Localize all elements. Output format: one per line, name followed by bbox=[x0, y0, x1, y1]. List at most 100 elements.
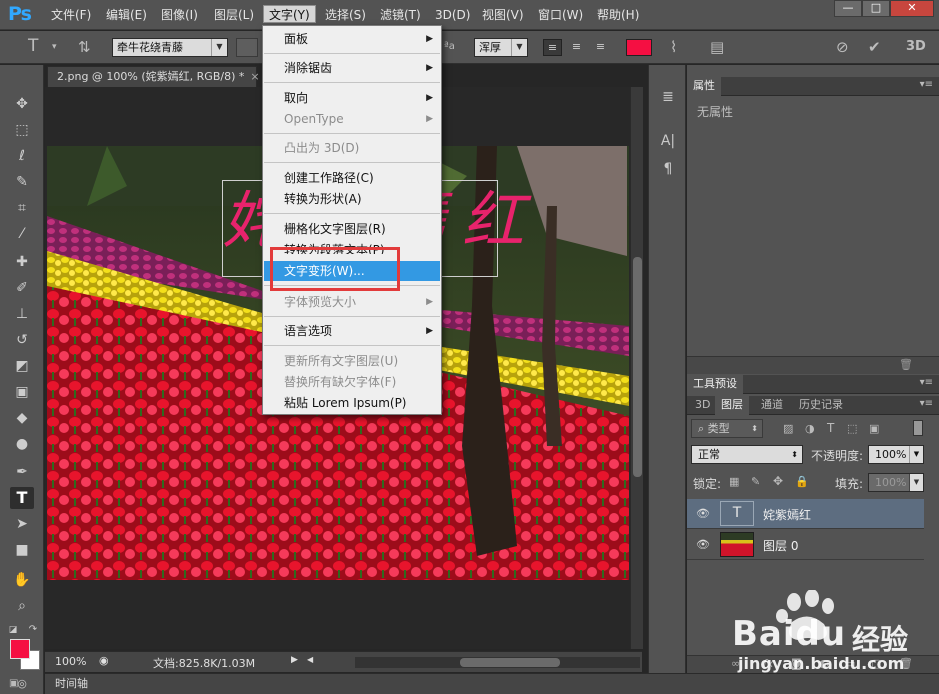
dodge-tool-icon[interactable]: ● bbox=[10, 433, 34, 455]
menu-type[interactable]: 文字(Y) bbox=[263, 5, 316, 23]
clone-stamp-tool-icon[interactable]: ⊥ bbox=[10, 303, 34, 325]
type-tool-icon[interactable]: T bbox=[10, 487, 34, 509]
tab-history[interactable]: 历史记录 bbox=[793, 396, 849, 415]
align-right-icon[interactable]: ≡ bbox=[591, 39, 610, 56]
menu-item-language-options[interactable]: 语言选项 ▶ bbox=[264, 321, 440, 341]
move-tool-icon[interactable]: ✥ bbox=[10, 93, 34, 115]
layer-name[interactable]: 姹紫嫣红 bbox=[763, 506, 811, 523]
cancel-icon[interactable]: ⊘ bbox=[836, 38, 849, 56]
character-panel-icon[interactable]: ▤ bbox=[710, 38, 724, 56]
commit-check-icon[interactable]: ✔ bbox=[868, 38, 881, 56]
antialias-select[interactable]: 浑厚 ▼ bbox=[474, 38, 528, 57]
horizontal-type-tool-icon[interactable]: T bbox=[28, 36, 38, 56]
pen-tool-icon[interactable]: ✒ bbox=[10, 461, 34, 483]
opacity-input[interactable]: 100% ▼ bbox=[868, 445, 924, 464]
history-brush-tool-icon[interactable]: ↺ bbox=[10, 329, 34, 351]
paragraph-styles-icon[interactable]: ≣ bbox=[658, 87, 678, 107]
filter-shape-icon[interactable]: ⬚ bbox=[847, 422, 857, 435]
menu-file[interactable]: 文件(F) bbox=[46, 6, 96, 24]
brush-tool-icon[interactable]: ✐ bbox=[10, 277, 34, 299]
window-minimize-button[interactable]: — bbox=[834, 0, 862, 17]
tool-preset-dropdown-icon[interactable]: ▾ bbox=[52, 42, 57, 52]
toggle-text-orientation-icon[interactable]: ⇅ bbox=[78, 38, 91, 56]
eyedropper-tool-icon[interactable]: ⁄ bbox=[10, 223, 34, 245]
eraser-tool-icon[interactable]: ◩ bbox=[10, 355, 34, 377]
filter-toggle[interactable] bbox=[913, 420, 923, 436]
eye-icon[interactable]: 👁 bbox=[696, 507, 710, 520]
gradient-tool-icon[interactable]: ▣ bbox=[10, 381, 34, 403]
menu-item-anti-alias[interactable]: 消除锯齿 ▶ bbox=[264, 58, 440, 78]
lock-image-icon[interactable]: ✎ bbox=[751, 475, 760, 488]
horizontal-scrollbar[interactable] bbox=[355, 657, 640, 668]
tab-3d[interactable]: 3D bbox=[689, 396, 716, 415]
trash-icon[interactable]: 🗑 bbox=[899, 358, 913, 371]
filter-adjustment-icon[interactable]: ◑ bbox=[805, 422, 815, 435]
crop-tool-icon[interactable]: ⌗ bbox=[10, 197, 34, 219]
warp-text-icon[interactable]: ⌇ bbox=[670, 38, 677, 56]
vertical-scrollbar-thumb[interactable] bbox=[633, 257, 642, 477]
status-info-icon[interactable]: ◉ bbox=[99, 654, 109, 667]
paragraph-icon[interactable]: ¶ bbox=[658, 159, 678, 179]
lock-position-icon[interactable]: ✥ bbox=[773, 474, 783, 488]
foreground-color-swatch[interactable] bbox=[10, 639, 30, 659]
swap-colors-icon[interactable]: ↷ bbox=[26, 619, 40, 641]
document-tab[interactable]: 2.png @ 100% (姹紫嫣红, RGB/8) * × bbox=[47, 66, 260, 87]
menu-item-orientation[interactable]: 取向 ▶ bbox=[264, 88, 440, 108]
font-family-select[interactable]: 牵牛花绕青藤 ▼ bbox=[112, 38, 228, 57]
menu-window[interactable]: 窗口(W) bbox=[533, 6, 588, 24]
lock-transparent-icon[interactable]: ▦ bbox=[729, 475, 739, 488]
tab-layers[interactable]: 图层 bbox=[715, 396, 749, 415]
menu-item-rasterize-type[interactable]: 栅格化文字图层(R) bbox=[264, 219, 440, 239]
close-icon[interactable]: × bbox=[250, 70, 259, 83]
healing-brush-tool-icon[interactable]: ✚ bbox=[10, 251, 34, 273]
path-selection-tool-icon[interactable]: ➤ bbox=[10, 513, 34, 535]
menu-3d[interactable]: 3D(D) bbox=[430, 6, 475, 24]
tab-channels[interactable]: 通道 bbox=[755, 396, 789, 415]
blend-mode-select[interactable]: 正常 ⬍ bbox=[691, 445, 803, 464]
align-left-icon[interactable]: ≡ bbox=[543, 39, 562, 56]
layer-filter-select[interactable]: ⌕ 类型 ⬍ bbox=[691, 419, 763, 438]
menu-item-create-work-path[interactable]: 创建工作路径(C) bbox=[264, 168, 440, 188]
menu-help[interactable]: 帮助(H) bbox=[592, 6, 644, 24]
filter-smart-object-icon[interactable]: ▣ bbox=[869, 422, 879, 435]
layer-row[interactable]: 👁 T 姹紫嫣红 bbox=[687, 499, 924, 529]
status-menu-icon[interactable]: ▶ bbox=[291, 655, 298, 665]
quick-selection-tool-icon[interactable]: ✎ bbox=[10, 171, 34, 193]
filter-pixel-icon[interactable]: ▨ bbox=[783, 422, 793, 435]
panel-menu-icon[interactable]: ▾≡ bbox=[920, 398, 933, 409]
lock-all-icon[interactable]: 🔒 bbox=[795, 475, 809, 488]
tab-properties[interactable]: 属性 bbox=[687, 77, 721, 96]
align-center-icon[interactable]: ≡ bbox=[567, 39, 586, 56]
layer-name[interactable]: 图层 0 bbox=[763, 537, 798, 554]
menu-edit[interactable]: 编辑(E) bbox=[101, 6, 152, 24]
menu-select[interactable]: 选择(S) bbox=[320, 6, 371, 24]
fill-input[interactable]: 100% ▼ bbox=[868, 473, 924, 492]
lasso-tool-icon[interactable]: ℓ bbox=[10, 145, 34, 167]
menu-item-paste-lorem-ipsum[interactable]: 粘贴 Lorem Ipsum(P) bbox=[264, 393, 440, 413]
panel-menu-icon[interactable]: ▾≡ bbox=[920, 377, 933, 388]
eye-icon[interactable]: 👁 bbox=[696, 538, 710, 551]
character-icon[interactable]: A| bbox=[658, 131, 678, 151]
font-style-select[interactable] bbox=[236, 38, 258, 57]
panel-menu-icon[interactable]: ▾≡ bbox=[920, 79, 933, 90]
hand-tool-icon[interactable]: ✋ bbox=[10, 569, 34, 591]
horizontal-scrollbar-thumb[interactable] bbox=[460, 658, 560, 667]
scroll-left-icon[interactable]: ◀ bbox=[307, 655, 313, 664]
vertical-scrollbar[interactable] bbox=[630, 87, 643, 649]
default-colors-icon[interactable]: ◪ bbox=[6, 619, 20, 641]
3d-mode-icon[interactable]: 3D bbox=[906, 39, 926, 54]
blur-tool-icon[interactable]: ◆ bbox=[10, 407, 34, 429]
menu-filter[interactable]: 滤镜(T) bbox=[375, 6, 426, 24]
marquee-tool-icon[interactable]: ⬚ bbox=[10, 119, 34, 141]
menu-layer[interactable]: 图层(L) bbox=[209, 6, 259, 24]
menu-item-convert-to-shape[interactable]: 转换为形状(A) bbox=[264, 189, 440, 209]
menu-item-panels[interactable]: 面板 ▶ bbox=[264, 29, 440, 49]
tab-tool-presets[interactable]: 工具预设 bbox=[687, 375, 743, 394]
menu-view[interactable]: 视图(V) bbox=[477, 6, 529, 24]
zoom-tool-icon[interactable]: ⌕ bbox=[10, 595, 34, 617]
menu-image[interactable]: 图像(I) bbox=[156, 6, 203, 24]
zoom-level[interactable]: 100% bbox=[55, 655, 86, 668]
filter-type-icon[interactable]: T bbox=[827, 421, 834, 435]
text-color-swatch[interactable] bbox=[626, 39, 652, 56]
window-close-button[interactable]: ✕ bbox=[890, 0, 934, 17]
